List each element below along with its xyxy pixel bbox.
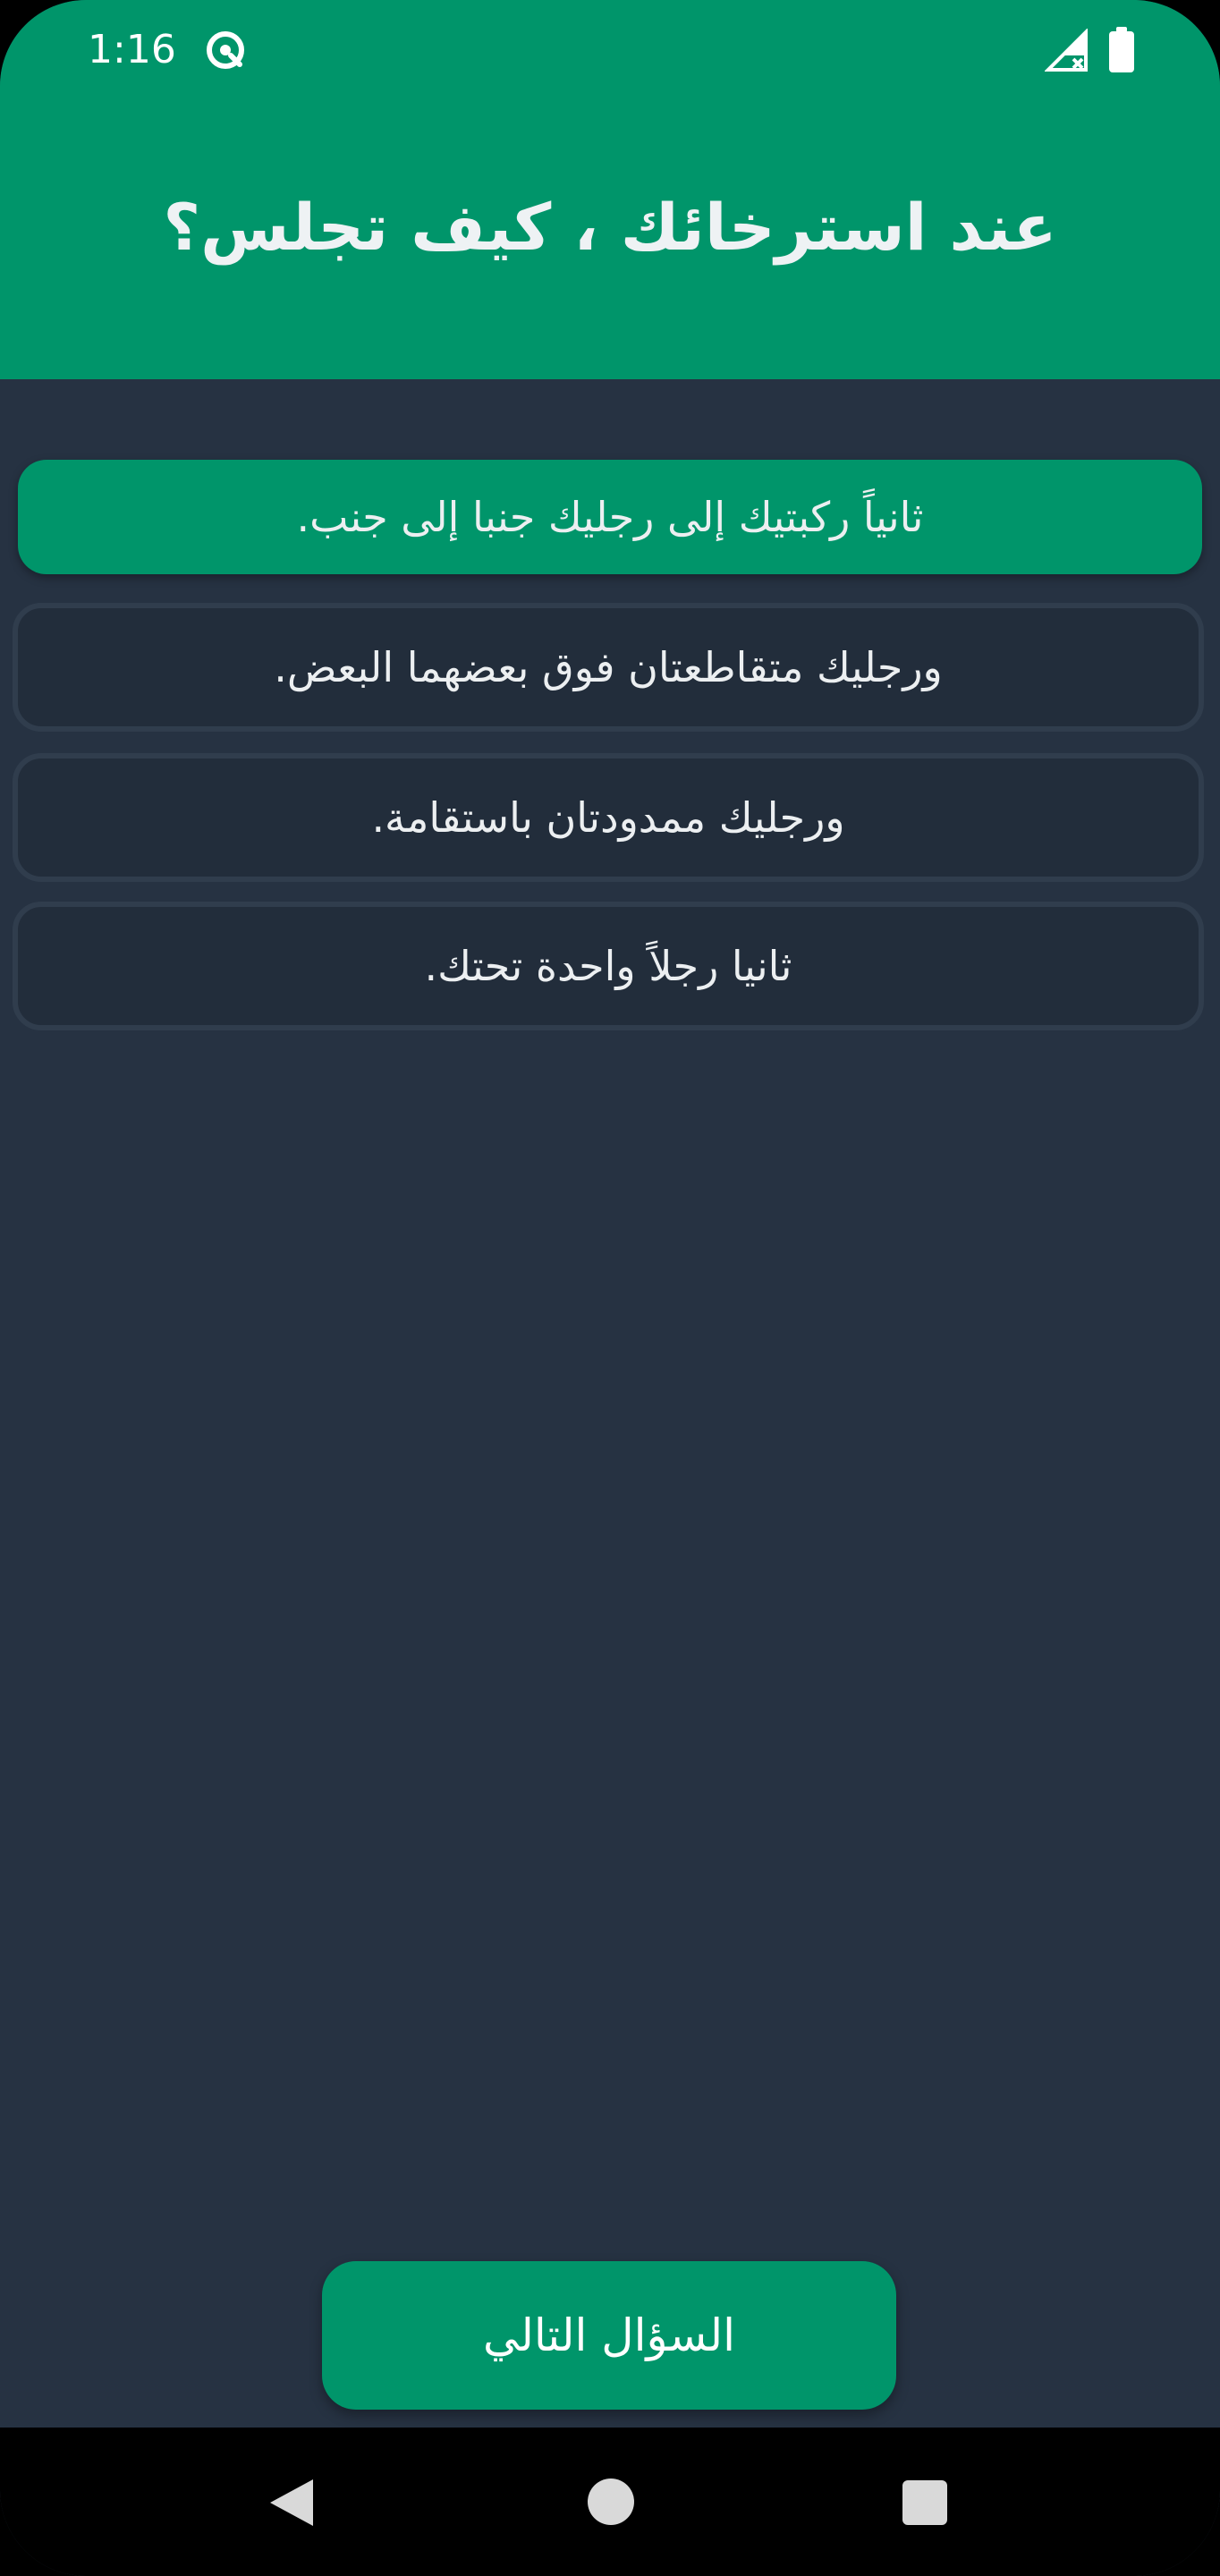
home-icon[interactable] [587,2478,635,2526]
battery-full-icon [1109,27,1134,72]
answer-option-label: ثانياً ركبتيك إلى رجليك جنبا إلى جنب. [296,493,924,541]
answer-option-1[interactable]: ثانياً ركبتيك إلى رجليك جنبا إلى جنب. [18,460,1202,574]
status-time: 1:16 [88,27,176,72]
answer-option-label: ثانيا رجلاً واحدة تحتك. [424,942,792,990]
answer-option-label: ورجليك متقاطعتان فوق بعضهما البعض. [274,643,943,691]
next-question-label: السؤال التالي [482,2309,736,2361]
answer-option-3[interactable]: ورجليك ممدودتان باستقامة. [13,753,1204,882]
app-screen: 1:16 عند استرخائك ، كيف تجلس؟ ثانياً ركب… [0,0,1220,2576]
navigation-bar [0,2428,1220,2576]
answer-option-2[interactable]: ورجليك متقاطعتان فوق بعضهما البعض. [13,603,1204,732]
question-header: عند استرخائك ، كيف تجلس؟ [0,102,1220,379]
signal-no-data-icon [1045,29,1088,72]
next-question-button[interactable]: السؤال التالي [322,2261,896,2410]
status-bar: 1:16 [0,0,1220,102]
app-notification-icon [207,31,244,69]
recents-icon[interactable] [902,2479,948,2526]
back-icon[interactable] [267,2476,317,2529]
answer-list: ثانياً ركبتيك إلى رجليك جنبا إلى جنب. ور… [0,379,1220,2428]
answer-option-label: ورجليك ممدودتان باستقامة. [371,793,845,842]
question-title: عند استرخائك ، كيف تجلس؟ [163,190,1057,265]
answer-option-4[interactable]: ثانيا رجلاً واحدة تحتك. [13,902,1204,1030]
